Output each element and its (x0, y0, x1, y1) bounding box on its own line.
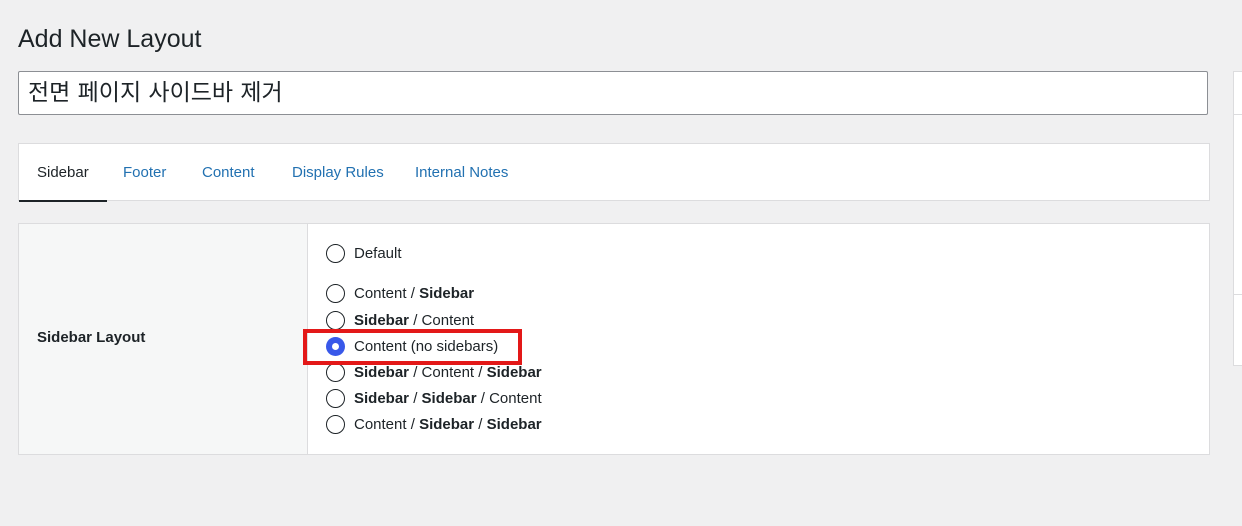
option-content-no-sidebars[interactable]: Content (no sidebars) (326, 335, 498, 357)
option-label-part: Sidebar (486, 415, 542, 433)
tab-footer[interactable]: Footer (123, 144, 166, 201)
option-label-part: / (476, 389, 490, 407)
option-content-sidebar-sidebar[interactable]: Content / Sidebar / Sidebar (326, 413, 542, 435)
option-label-part: Sidebar (419, 284, 475, 302)
option-label-part: / (406, 415, 420, 433)
tab-bar: Sidebar Footer Content Display Rules Int… (18, 143, 1210, 202)
option-label: Sidebar / Sidebar / Content (354, 390, 542, 407)
radio-button[interactable] (326, 414, 345, 434)
side-panel-divider (1234, 114, 1242, 115)
option-label-part: / (406, 284, 420, 302)
option-label-part: Sidebar (354, 311, 410, 329)
option-label: Sidebar / Content / Sidebar (354, 364, 542, 381)
option-label-part: Default (354, 244, 402, 262)
radio-button[interactable] (326, 283, 345, 303)
tab-internal-notes[interactable]: Internal Notes (415, 144, 508, 201)
option-label-part: Sidebar (486, 363, 542, 381)
option-label-part: / (409, 389, 422, 407)
option-label-part: Content (421, 311, 475, 329)
tab-sidebar[interactable]: Sidebar (19, 144, 107, 202)
sidebar-layout-label: Sidebar Layout (37, 329, 146, 346)
page-title: Add New Layout (18, 25, 202, 53)
radio-button[interactable] (326, 336, 345, 356)
settings-label-column: Sidebar Layout (19, 224, 308, 454)
radio-button[interactable] (326, 243, 345, 263)
option-content-sidebar[interactable]: Content / Sidebar (326, 282, 474, 304)
option-label-part: Content (354, 415, 407, 433)
option-sidebar-content-sidebar[interactable]: Sidebar / Content / Sidebar (326, 361, 542, 383)
option-label: Content (no sidebars) (354, 338, 498, 355)
side-panel-divider (1234, 294, 1242, 295)
option-label-part: Sidebar (421, 389, 477, 407)
sidebar-layout-settings: Sidebar Layout Default Content / Sidebar… (18, 223, 1210, 455)
radio-button[interactable] (326, 310, 345, 330)
option-label-part: Content (354, 284, 407, 302)
tab-display-rules[interactable]: Display Rules (292, 144, 384, 201)
option-label-part: / (409, 363, 422, 381)
option-label-part: Content (489, 389, 542, 407)
option-label-part: / (474, 415, 487, 433)
option-label-part: Content (no sidebars) (354, 337, 499, 355)
option-label-part: / (474, 363, 487, 381)
side-panel (1233, 71, 1242, 366)
option-label-part: / (409, 311, 422, 329)
radio-button[interactable] (326, 362, 345, 382)
option-label-part: Sidebar (419, 415, 475, 433)
option-label-part: Sidebar (354, 389, 410, 407)
tab-content[interactable]: Content (202, 144, 255, 201)
option-label: Content / Sidebar (354, 285, 474, 302)
option-label: Content / Sidebar / Sidebar (354, 416, 542, 433)
option-default[interactable]: Default (326, 242, 402, 264)
option-sidebar-content[interactable]: Sidebar / Content (326, 309, 474, 331)
radio-button[interactable] (326, 388, 345, 408)
layout-title-input[interactable]: 전면 페이지 사이드바 제거 (18, 71, 1208, 115)
option-label-part: Sidebar (354, 363, 410, 381)
option-label-part: Content (421, 363, 475, 381)
option-label: Default (354, 245, 402, 262)
option-label: Sidebar / Content (354, 312, 474, 329)
option-sidebar-sidebar-content[interactable]: Sidebar / Sidebar / Content (326, 387, 542, 409)
